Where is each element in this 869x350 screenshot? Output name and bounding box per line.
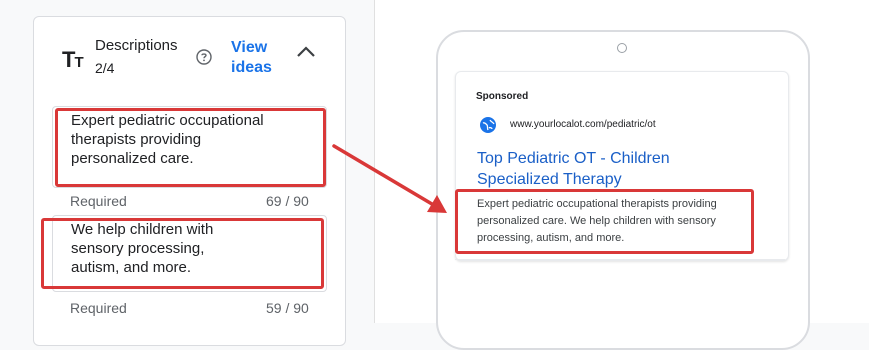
annotation-arrow <box>332 144 447 213</box>
